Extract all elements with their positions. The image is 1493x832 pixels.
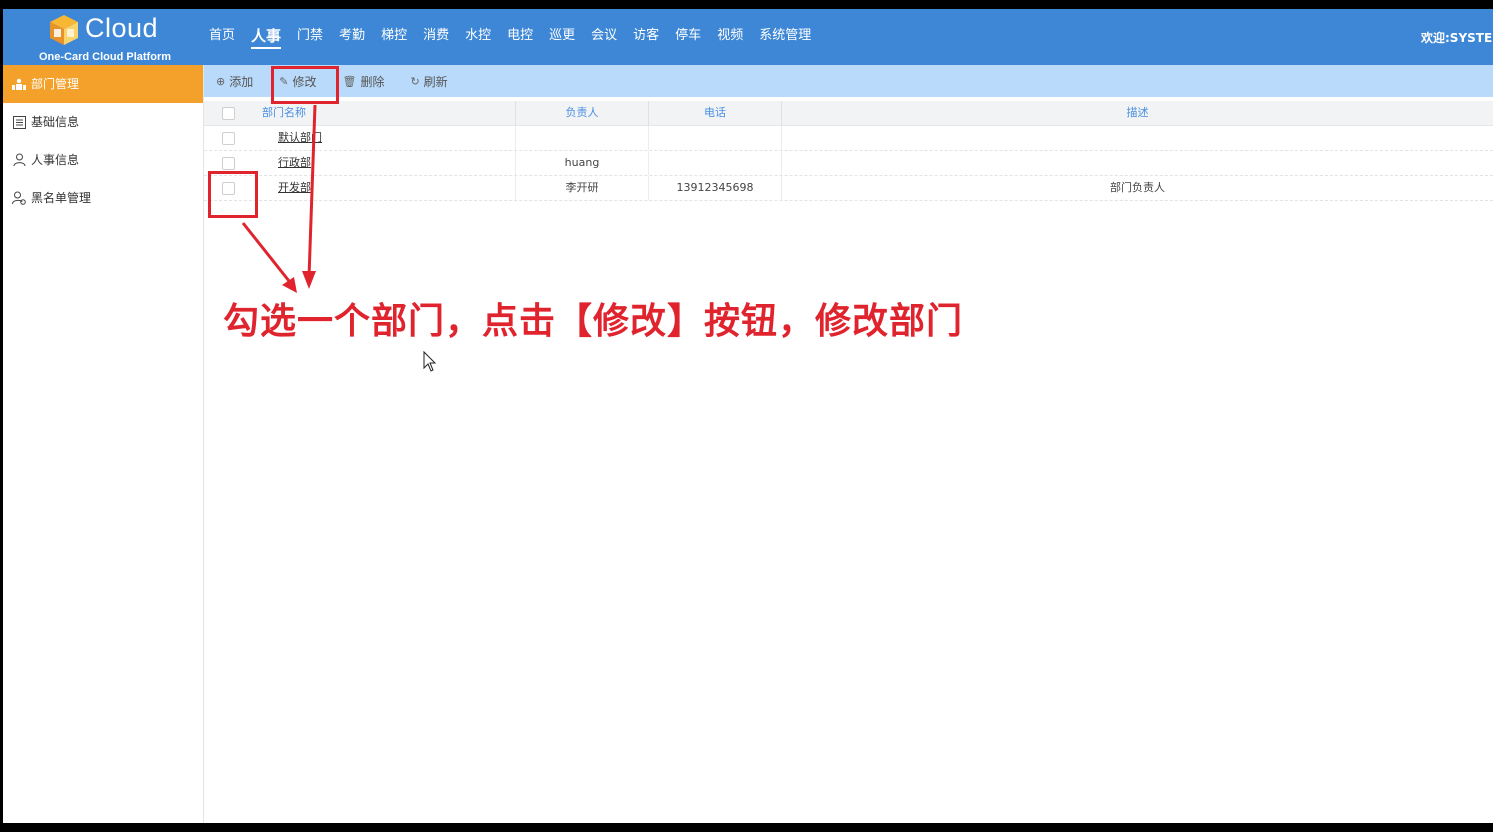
sidebar: 部门管理 基础信息 人事信息 黑名单管理 xyxy=(3,65,204,823)
delete-button-label: 删除 xyxy=(360,74,385,89)
header-phone[interactable]: 电话 xyxy=(649,101,782,125)
add-button[interactable]: ⊕ 添加 xyxy=(206,65,263,97)
delete-button[interactable]: 🗑 删除 xyxy=(332,65,394,97)
add-button-label: 添加 xyxy=(229,74,254,89)
nav-attendance[interactable]: 考勤 xyxy=(339,9,365,65)
sidebar-item-basic-info[interactable]: 基础信息 xyxy=(3,103,203,141)
cell-description xyxy=(782,126,1493,150)
row-checkbox[interactable] xyxy=(221,131,235,145)
logo-cube-icon xyxy=(50,15,78,45)
nav-elevator[interactable]: 梯控 xyxy=(381,9,407,65)
sidebar-item-department[interactable]: 部门管理 xyxy=(3,65,203,103)
logo-wordmark: Cloud xyxy=(85,13,159,43)
nav-water-control[interactable]: 水控 xyxy=(465,9,491,65)
welcome-user: 欢迎:SYSTEM xyxy=(1421,31,1493,45)
app-window: Cloud One-Card Cloud Platform 首页 人事 门禁 考… xyxy=(3,9,1493,823)
nav-patrol[interactable]: 巡更 xyxy=(549,9,575,65)
dept-name-link[interactable]: 开发部 xyxy=(262,181,311,194)
nav-video[interactable]: 视频 xyxy=(717,9,743,65)
logo: Cloud One-Card Cloud Platform xyxy=(3,9,201,65)
nav-consumption[interactable]: 消费 xyxy=(423,9,449,65)
logo-subtitle: One-Card Cloud Platform xyxy=(39,51,172,63)
sidebar-item-label: 基础信息 xyxy=(31,115,80,129)
cell-description: 部门负责人 xyxy=(1110,181,1165,194)
sidebar-item-label: 部门管理 xyxy=(31,77,80,91)
sidebar-item-label: 黑名单管理 xyxy=(31,191,92,205)
table-row[interactable]: 行政部 huang xyxy=(204,151,1493,176)
cell-leader: huang xyxy=(516,151,649,175)
header-leader[interactable]: 负责人 xyxy=(516,101,649,125)
refresh-button[interactable]: ↻ 刷新 xyxy=(400,65,457,97)
header-description[interactable]: 描述 xyxy=(782,101,1493,125)
nav-system[interactable]: 系统管理 xyxy=(759,9,811,65)
person-icon xyxy=(11,152,27,168)
top-header: Cloud One-Card Cloud Platform 首页 人事 门禁 考… xyxy=(3,9,1493,65)
table-header: 部门名称 负责人 电话 描述 xyxy=(204,101,1493,126)
refresh-button-label: 刷新 xyxy=(423,74,448,89)
annotation-box-checkbox xyxy=(208,171,258,218)
dept-name-link[interactable]: 行政部 xyxy=(262,156,311,169)
department-icon xyxy=(11,76,27,92)
row-checkbox[interactable] xyxy=(221,156,235,170)
cell-description xyxy=(782,151,1493,175)
nav-power-control[interactable]: 电控 xyxy=(507,9,533,65)
nav-visitor[interactable]: 访客 xyxy=(633,9,659,65)
blacklist-icon xyxy=(11,190,27,206)
main-nav: 首页 人事 门禁 考勤 梯控 消费 水控 电控 巡更 会议 访客 停车 视频 系… xyxy=(209,9,827,65)
dept-name-link[interactable]: 默认部门 xyxy=(262,131,322,144)
list-icon xyxy=(11,114,27,130)
add-circle-icon: ⊕ xyxy=(216,74,226,88)
header-dept-name[interactable]: 部门名称 xyxy=(252,101,516,125)
refresh-icon: ↻ xyxy=(410,74,420,88)
nav-meeting[interactable]: 会议 xyxy=(591,9,617,65)
cell-leader xyxy=(516,126,649,150)
nav-parking[interactable]: 停车 xyxy=(675,9,701,65)
department-table: 部门名称 负责人 电话 描述 默认部门 行政部 huang 开发部 李开研 13… xyxy=(204,101,1493,201)
annotation-box-edit xyxy=(271,66,339,104)
annotation-instruction-text: 勾选一个部门，点击【修改】按钮，修改部门 xyxy=(223,301,964,342)
table-row[interactable]: 默认部门 xyxy=(204,126,1493,151)
sidebar-item-blacklist[interactable]: 黑名单管理 xyxy=(3,179,203,217)
cell-leader: 李开研 xyxy=(516,176,649,200)
nav-access-control[interactable]: 门禁 xyxy=(297,9,323,65)
trash-icon: 🗑 xyxy=(342,74,357,88)
cell-phone: 13912345698 xyxy=(649,176,782,200)
sidebar-item-label: 人事信息 xyxy=(31,153,80,167)
toolbar: ⊕ 添加 ✎ 修改 🗑 删除 ↻ 刷新 xyxy=(204,65,1493,97)
nav-personnel[interactable]: 人事 xyxy=(251,9,282,65)
cell-phone xyxy=(649,151,782,175)
nav-home[interactable]: 首页 xyxy=(209,9,235,65)
sidebar-item-personnel-info[interactable]: 人事信息 xyxy=(3,141,203,179)
table-row[interactable]: 开发部 李开研 13912345698 部门负责人 xyxy=(204,176,1493,201)
cell-phone xyxy=(649,126,782,150)
select-all-checkbox[interactable] xyxy=(221,106,235,120)
